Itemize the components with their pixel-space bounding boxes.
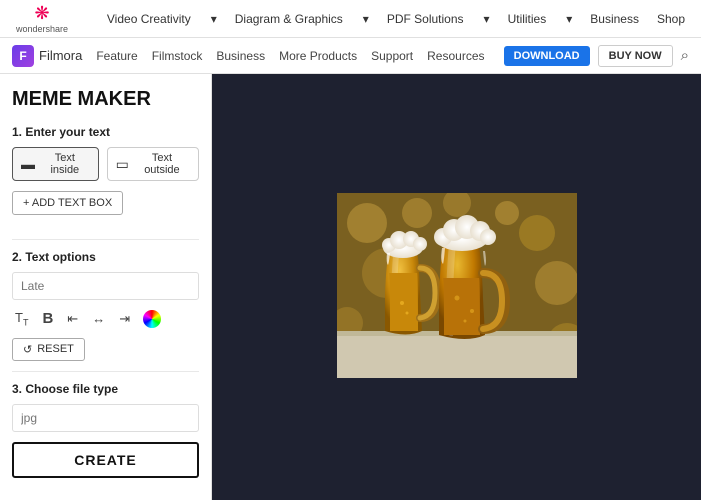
divider-1 [12,239,199,240]
buy-now-button[interactable]: BUY NOW [598,45,673,67]
text-inside-label: Text inside [40,152,90,176]
filmora-nav-feature[interactable]: Feature [96,49,137,63]
color-picker-button[interactable] [143,310,161,328]
nav-utilities[interactable]: Utilities [508,12,547,26]
step1-label: 1. Enter your text [12,125,199,139]
filmora-bar-right: DOWNLOAD BUY NOW ⌕ [504,45,689,67]
canvas-area [212,74,701,500]
sidebar: MEME MAKER 1. Enter your text ▬ Text ins… [0,74,212,500]
nav-shop[interactable]: Shop [657,12,685,26]
wondershare-logo[interactable]: ❋ wondershare [16,3,68,34]
filmora-logo-text: Filmora [39,48,82,63]
filmora-nav-links: Feature Filmstock Business More Products… [96,49,489,63]
reset-button[interactable]: ↺ RESET [12,338,85,361]
filmora-logo-icon: F [12,45,34,67]
create-button[interactable]: CREATE [12,442,199,478]
top-navigation: ❋ wondershare Video Creativity▾ Diagram … [0,0,701,38]
nav-business[interactable]: Business [590,12,639,26]
add-text-box-button[interactable]: + ADD TEXT BOX [12,191,123,215]
filmora-nav-business[interactable]: Business [216,49,265,63]
search-icon: ⌕ [681,47,689,64]
divider-2 [12,371,199,372]
step3-label: 3. Choose file type [12,382,199,396]
text-input[interactable] [12,272,199,300]
text-outside-icon: ▭ [116,156,129,173]
top-nav-links: Video Creativity▾ Diagram & Graphics▾ PD… [107,12,685,26]
text-outside-button[interactable]: ▭ Text outside [107,147,199,181]
reset-icon: ↺ [23,343,32,356]
align-center-button[interactable]: ↔ [89,309,108,328]
meme-preview-image [337,193,577,378]
step2-label: 2. Text options [12,250,199,264]
meme-image-container [337,193,577,381]
search-button[interactable]: ⌕ [681,47,689,64]
main-layout: MEME MAKER 1. Enter your text ▬ Text ins… [0,74,701,500]
text-inside-button[interactable]: ▬ Text inside [12,147,99,181]
filmora-nav-filmstock[interactable]: Filmstock [152,49,203,63]
text-options-section: 2. Text options TT B ⇤ ↔ ⇥ ↺ RESET [12,250,199,361]
ws-icon: ❋ [34,3,49,24]
file-type-input[interactable] [12,404,199,432]
text-format-row: TT B ⇤ ↔ ⇥ [12,308,199,330]
filmora-nav-more-products[interactable]: More Products [279,49,357,63]
text-inside-icon: ▬ [21,156,35,172]
bold-button[interactable]: B [39,308,56,329]
filmora-nav-resources[interactable]: Resources [427,49,484,63]
nav-video-creativity[interactable]: Video Creativity [107,12,191,26]
filmora-bar: F Filmora Feature Filmstock Business Mor… [0,38,701,74]
align-right-button[interactable]: ⇥ [116,309,133,329]
nav-diagram-graphics[interactable]: Diagram & Graphics [235,12,343,26]
nav-pdf-solutions[interactable]: PDF Solutions [387,12,464,26]
filmora-logo[interactable]: F Filmora [12,45,82,67]
download-button[interactable]: DOWNLOAD [504,46,590,66]
file-type-section: 3. Choose file type CREATE [12,382,199,478]
font-size-button[interactable]: TT [12,308,31,330]
filmora-nav-support[interactable]: Support [371,49,413,63]
ws-label: wondershare [16,24,68,34]
text-position-row: ▬ Text inside ▭ Text outside [12,147,199,181]
meme-maker-title: MEME MAKER [12,88,199,111]
reset-label: RESET [37,343,74,355]
text-outside-label: Text outside [134,152,190,176]
align-left-button[interactable]: ⇤ [64,309,81,329]
